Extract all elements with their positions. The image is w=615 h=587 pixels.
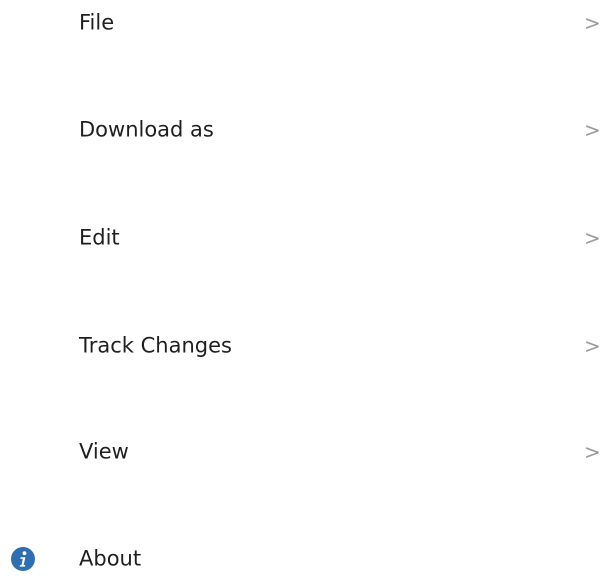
- menu-item-track-changes[interactable]: Track Changes >: [0, 318, 615, 374]
- chevron-right-icon: >: [584, 440, 601, 464]
- menu-item-edit[interactable]: Edit >: [0, 210, 615, 266]
- main-menu: File > Download as > Edit > Track Change…: [0, 0, 615, 578]
- menu-item-label: About: [79, 546, 142, 571]
- menu-item-label: Edit: [79, 225, 120, 250]
- menu-item-file[interactable]: File >: [0, 0, 615, 51]
- chevron-right-icon: >: [584, 11, 601, 35]
- chevron-right-icon: >: [584, 118, 601, 142]
- menu-item-label: Track Changes: [79, 333, 232, 358]
- menu-item-view[interactable]: View >: [0, 424, 615, 480]
- menu-item-label: Download as: [79, 117, 214, 142]
- menu-item-label: View: [79, 439, 129, 464]
- chevron-right-icon: >: [584, 226, 601, 250]
- menu-item-about[interactable]: About: [0, 531, 615, 587]
- menu-item-label: File: [79, 10, 115, 35]
- info-icon: [10, 546, 36, 572]
- chevron-right-icon: >: [584, 334, 601, 358]
- menu-item-download-as[interactable]: Download as >: [0, 102, 615, 158]
